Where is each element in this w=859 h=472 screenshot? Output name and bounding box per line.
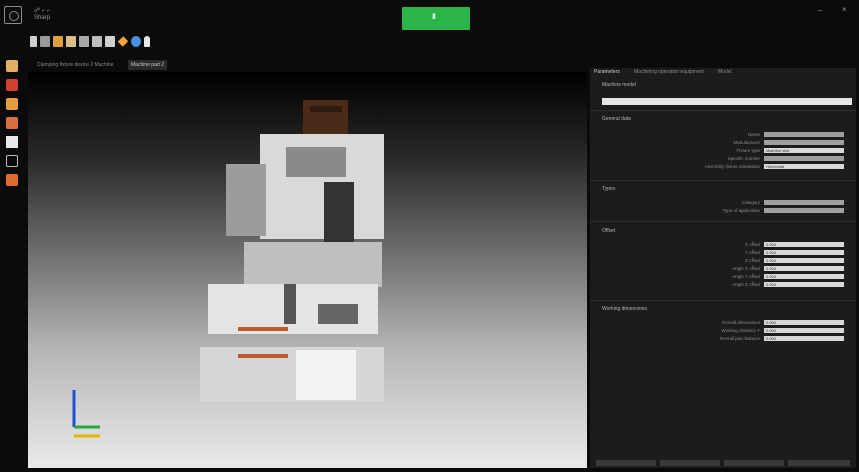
app-title-line1: ☍ ⌐ ⌐ [34, 8, 51, 14]
separator [590, 300, 856, 301]
cylinder-icon[interactable] [6, 117, 18, 129]
field-label: Overall jaw distance [719, 336, 760, 341]
machine-column [284, 284, 296, 324]
fixture-model [72, 100, 384, 438]
field-label: Angle Z offset [732, 282, 760, 287]
footer-button[interactable] [596, 460, 656, 466]
field-orientation[interactable]: Horizontal [764, 164, 844, 169]
field-category[interactable] [764, 200, 844, 205]
person-icon[interactable] [144, 36, 150, 47]
3d-viewport[interactable] [28, 72, 587, 468]
machine-dark-insert [324, 182, 354, 242]
field-angle-x-offset[interactable]: 0.000 [764, 266, 844, 271]
save-icon[interactable] [66, 36, 76, 47]
tab-document-1[interactable]: Clamping fixture device 2 Machine [34, 60, 116, 70]
machine-base-center [296, 350, 356, 400]
frame-icon[interactable] [6, 155, 18, 167]
field-x-offset[interactable]: 0.000 [764, 242, 844, 247]
machine-upper-plate [286, 147, 346, 177]
cut-icon[interactable] [92, 36, 102, 47]
panel-tabs: Parameters Machining operation equipment… [590, 68, 856, 77]
field-manufacturer[interactable] [764, 140, 844, 145]
section-title: Types [602, 186, 616, 192]
section-title: Working dimensions [602, 306, 647, 312]
minimize-button[interactable]: – [818, 6, 822, 15]
diamond-icon[interactable] [117, 36, 129, 47]
footer-button[interactable] [788, 460, 850, 466]
field-label: Name [747, 132, 760, 137]
field-angle-y-offset[interactable]: 0.000 [764, 274, 844, 279]
field-fixture-type[interactable]: Machine vise [764, 148, 844, 153]
direction-icon[interactable] [6, 174, 18, 186]
footer-button[interactable] [660, 460, 720, 466]
frame-icon[interactable] [40, 36, 50, 47]
field-label: Z offset [745, 258, 760, 263]
machine-marker-upper [238, 327, 288, 331]
separator [590, 110, 856, 111]
field-jaw-distance[interactable]: 0.000 [764, 336, 844, 341]
tab-parameters[interactable]: Parameters [594, 69, 620, 75]
panel-footer [596, 460, 852, 466]
properties-panel: Parameters Machining operation equipment… [590, 68, 856, 468]
field-label: Y offset [744, 250, 760, 255]
left-sidebar [6, 60, 22, 193]
separator [590, 180, 856, 181]
field-label: X offset [744, 242, 760, 247]
machine-clamp [318, 304, 358, 324]
machine-left-block [226, 164, 266, 236]
field-label: Fixture type [736, 148, 760, 153]
field-working-distance[interactable]: 0.000 [764, 328, 844, 333]
field-application-type[interactable] [764, 208, 844, 213]
run-button[interactable]: ▮ [402, 7, 470, 30]
part-icon[interactable] [6, 60, 18, 72]
section-title: General data [602, 116, 631, 122]
globe-icon[interactable] [131, 36, 141, 47]
machine-model-select[interactable] [602, 98, 852, 105]
main-toolbar [30, 36, 150, 50]
cursor-icon[interactable] [30, 36, 37, 47]
field-name[interactable] [764, 132, 844, 137]
field-label: Specific number [727, 156, 760, 161]
app-title-line2: Sharp [34, 15, 51, 21]
separator [590, 221, 856, 222]
run-button-label: ▮ [432, 13, 436, 20]
document-tabs: Clamping fixture device 2 Machine Machin… [30, 60, 590, 72]
machine-base [200, 347, 384, 402]
field-y-offset[interactable]: 0.000 [764, 250, 844, 255]
field-label: Manufacturer [733, 140, 760, 145]
paste-icon[interactable] [105, 36, 115, 47]
field-label: Working distance Y [721, 328, 760, 333]
field-label: Angle X offset [732, 266, 760, 271]
app-title: ☍ ⌐ ⌐ Sharp [34, 8, 50, 22]
field-angle-z-offset[interactable]: 0.000 [764, 282, 844, 287]
tab-machining[interactable]: Machining operation equipment [634, 69, 704, 75]
field-label: Assembly fixture orientation [704, 164, 760, 169]
field-label: Overall dimensions [721, 320, 760, 325]
section-title: Offset [602, 228, 616, 234]
folder-icon[interactable] [53, 36, 63, 47]
tab-document-2[interactable]: Machine part 2 [128, 60, 168, 70]
machine-mid-body [244, 242, 382, 287]
field-z-offset[interactable]: 0.000 [764, 258, 844, 263]
close-button[interactable]: × [842, 5, 847, 14]
copy-icon[interactable] [79, 36, 89, 47]
arrow-icon[interactable] [6, 98, 18, 110]
field-label: Category [741, 200, 760, 205]
person-icon[interactable] [6, 79, 18, 91]
field-overall-dimensions[interactable]: 0.000 [764, 320, 844, 325]
tab-model[interactable]: Model [718, 69, 732, 75]
footer-button[interactable] [724, 460, 784, 466]
section-title: Machine model [602, 82, 636, 88]
app-logo-icon [4, 6, 22, 24]
field-label: Angle Y offset [732, 274, 760, 279]
field-specific-number[interactable] [764, 156, 844, 161]
machine-marker-lower [238, 354, 288, 358]
tool-icon[interactable] [6, 136, 18, 148]
field-label: Type of application [722, 208, 760, 213]
tool-holder-ring [310, 106, 342, 112]
